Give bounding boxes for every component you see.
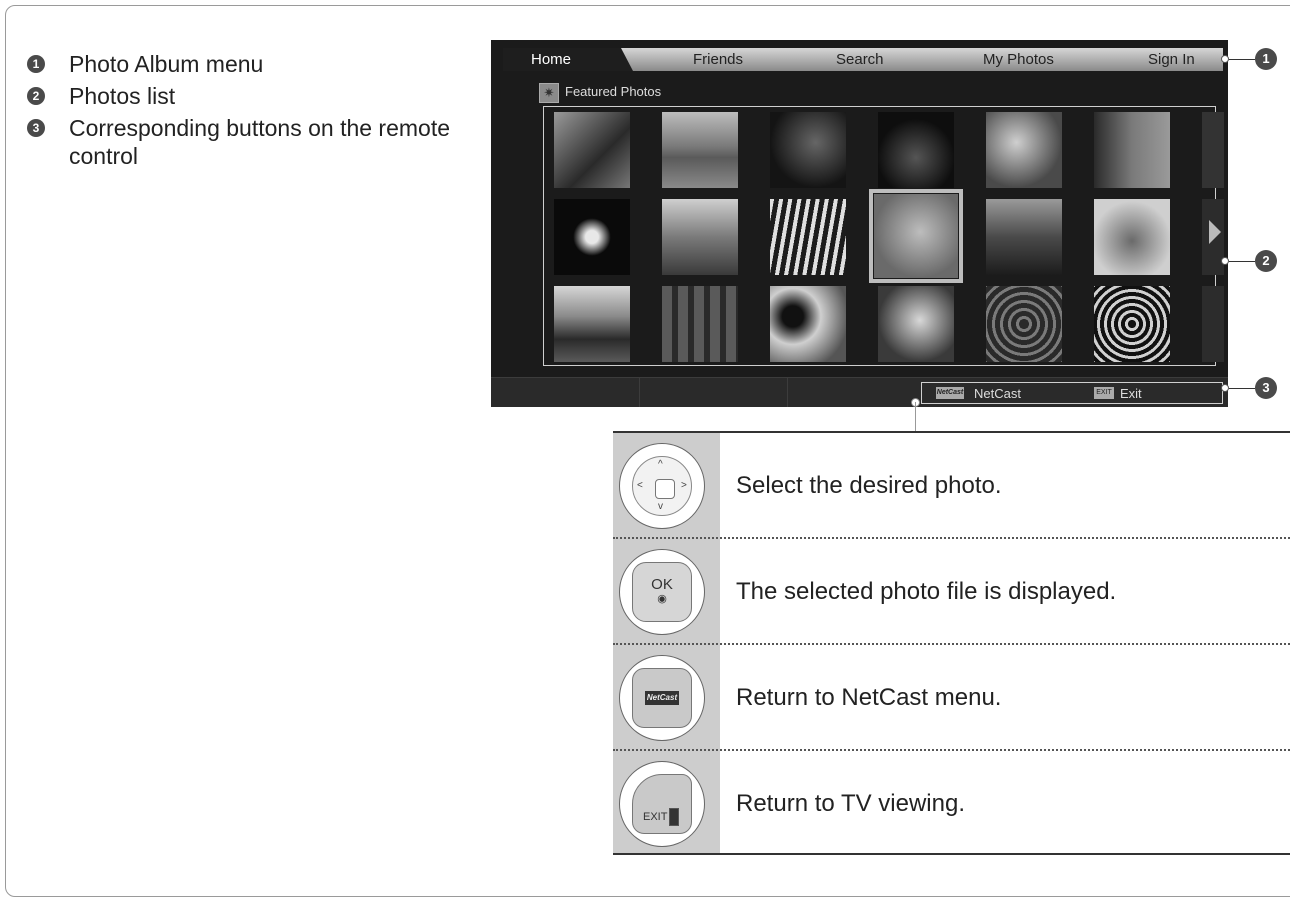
dpad-description: Select the desired photo. [736,472,1002,499]
legend: 1 Photo Album menu 2 Photos list 3 Corre… [27,50,467,174]
legend-text-1: Photo Album menu [69,51,264,77]
photo-thumb[interactable] [770,286,846,362]
tab-friends[interactable]: Friends [693,48,743,71]
arrow-right-icon: > [681,480,687,491]
button-row-exit: EXIT Return to TV viewing. [613,751,1290,857]
photo-thumb[interactable] [770,112,846,188]
photo-thumb[interactable] [554,112,630,188]
divider [787,378,788,407]
button-row-dpad: ^ v < > Select the desired photo. [613,433,1290,539]
netcast-description: Return to NetCast menu. [736,684,1002,711]
photo-thumb[interactable] [986,286,1062,362]
dpad-ring: ^ v < > [632,456,692,516]
legend-text-3: Corresponding buttons on the remote cont… [69,115,451,169]
photo-thumb[interactable] [662,112,738,188]
callout-line [1229,59,1255,60]
tab-home[interactable]: Home [503,48,633,71]
netcast-key-icon[interactable]: NetCast [936,387,964,399]
arrow-up-icon: ^ [658,459,663,470]
button-row-ok: OK ◉ The selected photo file is displaye… [613,539,1290,645]
photo-thumb[interactable] [986,112,1062,188]
tab-search[interactable]: Search [836,48,884,71]
photo-thumb[interactable] [554,199,630,275]
callout-dot [1221,55,1229,63]
next-page-arrow-icon[interactable] [1209,220,1221,244]
photo-thumb[interactable] [770,199,846,275]
legend-item-1: 1 Photo Album menu [27,50,467,78]
ok-description: The selected photo file is displayed. [736,578,1117,605]
legend-number-1: 1 [27,55,45,73]
featured-photos-header: ✷ Featured Photos [539,82,662,103]
callout-number-1: 1 [1255,48,1277,70]
photo-thumb[interactable] [1094,286,1170,362]
ok-button[interactable]: OK ◉ [619,549,705,635]
photo-thumb[interactable] [986,199,1062,275]
exit-key-label: EXIT [643,811,668,823]
remote-buttons-table: ^ v < > Select the desired photo. OK ◉ T… [613,431,1290,855]
legend-item-3: 3 Corresponding buttons on the remote co… [27,114,467,170]
callout-dot [1221,384,1229,392]
callout-dot [1221,257,1229,265]
bottom-buttons-group: NetCast NetCast EXIT Exit [921,382,1223,404]
photo-thumb[interactable] [662,286,738,362]
netcast-button[interactable]: NetCast [619,655,705,741]
callout-line [1229,388,1255,389]
tab-sign-in[interactable]: Sign In [1148,48,1195,71]
dpad-button[interactable]: ^ v < > [619,443,705,529]
photo-thumb[interactable] [554,286,630,362]
exit-label[interactable]: Exit [1120,384,1142,404]
bottom-bar: NetCast NetCast EXIT Exit [491,377,1228,407]
callout-stem [915,402,916,432]
button-row-netcast: NetCast Return to NetCast menu. [613,645,1290,751]
arrow-left-icon: < [637,480,643,491]
netcast-key-label: NetCast [645,691,679,705]
netcast-key: NetCast [632,668,692,728]
photo-album-screen: Home Friends Search My Photos Sign In ✷ F… [491,40,1228,407]
netcast-label[interactable]: NetCast [974,384,1021,404]
photo-thumb-partial [1202,112,1224,188]
callout-number-3: 3 [1255,377,1277,399]
exit-button[interactable]: EXIT [619,761,705,847]
legend-number-2: 2 [27,87,45,105]
legend-number-3: 3 [27,119,45,137]
featured-photos-title: Featured Photos [565,84,662,99]
callout-number-2: 2 [1255,250,1277,272]
photo-thumb[interactable] [1094,199,1170,275]
legend-item-2: 2 Photos list [27,82,467,110]
photo-thumb[interactable] [1094,112,1170,188]
photo-thumb[interactable] [878,112,954,188]
photo-thumb-partial [1202,286,1224,362]
dpad-center [655,479,675,499]
photo-thumb[interactable] [662,199,738,275]
legend-text-2: Photos list [69,83,176,109]
photo-thumb[interactable] [878,286,954,362]
exit-description: Return to TV viewing. [736,790,965,817]
photo-album-menu: Home Friends Search My Photos Sign In [503,48,1223,71]
divider [639,378,640,407]
door-icon [669,808,679,826]
star-icon: ✷ [539,82,559,103]
exit-key-icon[interactable]: EXIT [1094,387,1114,399]
tab-my-photos[interactable]: My Photos [983,48,1054,71]
callout-line [1229,261,1255,262]
ok-label: OK [651,576,673,593]
exit-key: EXIT [632,774,692,834]
ok-key: OK ◉ [632,562,692,622]
arrow-down-icon: v [658,501,663,512]
photo-thumb-selected[interactable] [869,189,963,283]
ok-dot-icon: ◉ [657,593,667,605]
